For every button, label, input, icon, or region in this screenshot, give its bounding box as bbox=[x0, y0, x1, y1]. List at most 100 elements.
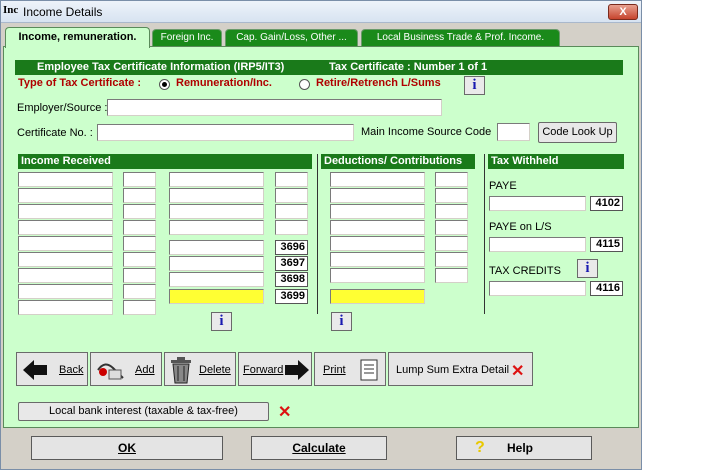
app-icon: Inc bbox=[3, 4, 19, 16]
tax-credits-field[interactable] bbox=[489, 281, 586, 296]
deduction-code-field[interactable] bbox=[435, 204, 468, 219]
income-code-field[interactable] bbox=[123, 220, 156, 235]
income-amount-code-field[interactable] bbox=[275, 220, 308, 235]
paye-field[interactable] bbox=[489, 196, 586, 211]
delete-button[interactable]: Delete bbox=[164, 352, 236, 386]
close-x-icon: ✕ bbox=[511, 363, 525, 380]
lump-sum-extra-detail-button[interactable]: Lump Sum Extra Detail ✕ bbox=[388, 352, 533, 386]
income-description-field[interactable] bbox=[18, 268, 113, 283]
income-code-field[interactable] bbox=[123, 204, 156, 219]
deduction-description-field[interactable] bbox=[330, 220, 425, 235]
tab-strip: Income, remuneration. Foreign Inc. Cap. … bbox=[3, 27, 643, 48]
arrow-left-icon bbox=[23, 360, 47, 380]
local-bank-interest-button[interactable]: Local bank interest (taxable & tax-free) bbox=[18, 402, 269, 421]
radio-retire-label[interactable]: Retire/Retrench L/Sums bbox=[316, 77, 441, 89]
back-button[interactable]: Back bbox=[16, 352, 88, 386]
paye-ls-code: 4115 bbox=[590, 237, 623, 252]
certificate-type-label: Type of Tax Certificate : bbox=[18, 77, 142, 89]
arrow-right-icon bbox=[285, 360, 309, 380]
deduction-code-field[interactable] bbox=[435, 172, 468, 187]
ok-label: OK bbox=[118, 441, 136, 455]
income-description-field[interactable] bbox=[18, 236, 113, 251]
deduction-total-field[interactable] bbox=[330, 289, 425, 304]
income-amount-code-field[interactable] bbox=[275, 188, 308, 203]
income-amount-code-field[interactable] bbox=[275, 204, 308, 219]
income-amount-field[interactable] bbox=[169, 240, 264, 255]
income-amount-field[interactable] bbox=[169, 204, 264, 219]
deduction-description-field[interactable] bbox=[330, 236, 425, 251]
deduction-description-field[interactable] bbox=[330, 252, 425, 267]
income-description-field[interactable] bbox=[18, 220, 113, 235]
ok-button[interactable]: OK bbox=[31, 436, 223, 460]
deduction-code-field[interactable] bbox=[435, 220, 468, 235]
help-button[interactable]: ? Help bbox=[456, 436, 592, 460]
close-x-icon[interactable]: ✕ bbox=[278, 402, 291, 422]
add-button[interactable]: Add bbox=[90, 352, 162, 386]
paye-label: PAYE bbox=[489, 180, 517, 192]
income-amount-field[interactable] bbox=[169, 272, 264, 287]
certificate-header-right: Tax Certificate : Number 1 of 1 bbox=[329, 61, 488, 73]
deduction-code-field[interactable] bbox=[435, 188, 468, 203]
deduction-code-field[interactable] bbox=[435, 252, 468, 267]
deduction-description-field[interactable] bbox=[330, 204, 425, 219]
main-income-code-field[interactable] bbox=[497, 123, 530, 141]
income-description-field[interactable] bbox=[18, 188, 113, 203]
income-description-field[interactable] bbox=[18, 300, 113, 315]
income-code-field[interactable] bbox=[123, 284, 156, 299]
income-amount-field[interactable] bbox=[169, 256, 264, 271]
lump-sum-label: Lump Sum Extra Detail bbox=[396, 364, 510, 376]
income-amount-field[interactable] bbox=[169, 220, 264, 235]
income-description-field[interactable] bbox=[18, 172, 113, 187]
income-code-field[interactable] bbox=[123, 268, 156, 283]
employer-field[interactable] bbox=[107, 99, 442, 116]
paye-ls-label: PAYE on L/S bbox=[489, 221, 552, 233]
title-bar: Inc Income Details X bbox=[1, 1, 641, 23]
income-info-icon[interactable]: i bbox=[211, 312, 232, 331]
certificate-header-left: Employee Tax Certificate Information (IR… bbox=[37, 61, 285, 73]
income-amount-code-field[interactable] bbox=[275, 172, 308, 187]
deduction-code-field[interactable] bbox=[435, 268, 468, 283]
tab-income-remuneration[interactable]: Income, remuneration. bbox=[5, 27, 150, 48]
record-toolbar: Back Add Delete Forward Print Lump Sum E… bbox=[16, 352, 533, 386]
deduction-description-field[interactable] bbox=[330, 188, 425, 203]
column-divider bbox=[484, 154, 485, 314]
deduction-description-field[interactable] bbox=[330, 172, 425, 187]
close-button[interactable]: X bbox=[608, 4, 638, 20]
radio-remuneration[interactable] bbox=[159, 79, 170, 90]
tab-capital-gain[interactable]: Cap. Gain/Loss, Other ... bbox=[225, 29, 358, 47]
tax-credits-label: TAX CREDITS bbox=[489, 265, 561, 277]
paye-ls-field[interactable] bbox=[489, 237, 586, 252]
income-description-field[interactable] bbox=[18, 204, 113, 219]
income-code-3697: 3697 bbox=[275, 256, 308, 271]
calculate-button[interactable]: Calculate bbox=[251, 436, 387, 460]
forward-button[interactable]: Forward bbox=[238, 352, 312, 386]
tax-credits-info-icon[interactable]: i bbox=[577, 259, 598, 278]
radio-remuneration-label[interactable]: Remuneration/Inc. bbox=[176, 77, 272, 89]
income-amount-field[interactable] bbox=[169, 172, 264, 187]
deduction-code-field[interactable] bbox=[435, 236, 468, 251]
income-code-field[interactable] bbox=[123, 252, 156, 267]
certificate-info-icon[interactable]: i bbox=[464, 76, 485, 95]
radio-retire-retrench[interactable] bbox=[299, 79, 310, 90]
income-description-field[interactable] bbox=[18, 284, 113, 299]
income-panel: Employee Tax Certificate Information (IR… bbox=[3, 46, 639, 428]
tax-withheld-header: Tax Withheld bbox=[488, 154, 624, 169]
deduction-description-field[interactable] bbox=[330, 268, 425, 283]
deductions-info-icon[interactable]: i bbox=[331, 312, 352, 331]
income-total-field[interactable] bbox=[169, 289, 264, 304]
income-description-field[interactable] bbox=[18, 252, 113, 267]
code-lookup-button[interactable]: Code Look Up bbox=[538, 122, 617, 143]
income-code-field[interactable] bbox=[123, 300, 156, 315]
print-button[interactable]: Print bbox=[314, 352, 386, 386]
window-title: Income Details bbox=[23, 5, 103, 19]
income-code-field[interactable] bbox=[123, 236, 156, 251]
tab-local-business[interactable]: Local Business Trade & Prof. Income. bbox=[361, 29, 560, 47]
tab-foreign-income[interactable]: Foreign Inc. bbox=[152, 29, 222, 47]
income-details-window: Inc Income Details X Income, remuneratio… bbox=[0, 0, 642, 470]
income-code-field[interactable] bbox=[123, 172, 156, 187]
income-received-header: Income Received bbox=[18, 154, 312, 169]
certificate-no-field[interactable] bbox=[97, 124, 354, 141]
income-code-3696: 3696 bbox=[275, 240, 308, 255]
income-code-field[interactable] bbox=[123, 188, 156, 203]
income-amount-field[interactable] bbox=[169, 188, 264, 203]
